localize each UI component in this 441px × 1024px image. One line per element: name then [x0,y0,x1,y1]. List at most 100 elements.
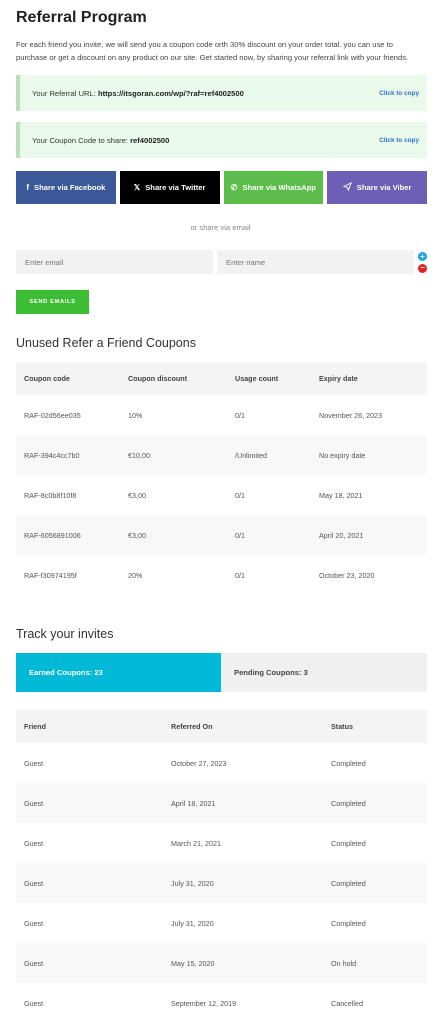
table-row: Guest July 31, 2020 Completed [16,863,427,903]
table-cell: €3,00 [120,515,227,555]
table-row: RAF-394c4cc7b0 €10,00/Unlimited No expiry … [16,435,427,475]
table-cell: April 18, 2021 [163,783,323,823]
table-cell: Completed [323,863,427,903]
table-cell: Guest [16,943,163,983]
invites-table: Friend Referred On Status Guest October 2… [16,710,427,1023]
table-cell: On hold [323,943,427,983]
share-twitter-button[interactable]: 𝕏 Share via Twitter [119,171,220,204]
share-viber-label: Share via Viber [356,183,412,192]
table-row: Guest July 31, 2020 Completed [16,903,427,943]
page-title: Referral Program [16,9,147,26]
column-header: Expiry date [311,362,427,395]
table-cell: RAF-8c0b8f10f8 [16,475,120,515]
share-buttons: f Share via Facebook 𝕏 Share via Twitter… [16,171,427,204]
coupon-code-label: Your Coupon Code to share: [32,135,131,145]
table-cell: October 23, 2020 [311,555,427,595]
copy-coupon-code-link[interactable]: Click to copy [379,137,419,144]
share-twitter-label: Share via Twitter [145,183,206,192]
table-cell: Completed [323,823,427,863]
column-header: Coupon discount [120,362,227,395]
table-cell: RAF-6056891006 [16,515,120,555]
table-cell: September 12, 2019 [163,983,323,1023]
x-twitter-icon: 𝕏 [133,182,141,192]
table-row: Guest October 27, 2023 Completed [16,743,427,783]
referral-url-text: Your Referral URL: https://itsgoran.com/… [32,89,244,98]
whatsapp-icon: ✆ [230,182,238,192]
table-cell: 0/1 [227,555,311,595]
table-row: Guest May 15, 2020 On hold [16,943,427,983]
table-cell: Guest [16,823,163,863]
share-whatsapp-button[interactable]: ✆ Share via WhatsApp [223,171,324,204]
table-cell: May 15, 2020 [163,943,323,983]
table-cell: Completed [323,783,427,823]
referral-url-value: https://itsgoran.com/wp/?raf=ref4002500 [97,88,244,98]
invites-section-title: Track your invites [16,627,114,641]
coupon-code-notice: Your Coupon Code to share: ref4002500 Cl… [16,122,427,158]
table-cell: May 18, 2021 [311,475,427,515]
send-emails-button[interactable]: SEND EMAILS [16,290,89,314]
table-cell: November 26, 2023 [311,395,427,435]
coupons-header-row: Coupon code Coupon discount Usage count … [16,362,427,395]
share-whatsapp-label: Share via WhatsApp [242,183,316,192]
table-row: RAF-02d56ee035 10% 0/1 November 26, 2023 [16,395,427,435]
table-cell: /Unlimited [227,435,311,475]
column-header: Usage count [227,362,311,395]
share-viber-button[interactable]: Share via Viber [327,171,427,204]
table-cell: 0/1 [227,395,311,435]
table-cell: €3,00 [120,475,227,515]
column-header: Friend [16,710,163,743]
table-cell: July 31, 2020 [163,903,323,943]
table-row: Guest March 21, 2021 Completed [16,823,427,863]
coupon-code-text: Your Coupon Code to share: ref4002500 [32,136,169,145]
table-cell: 10% [120,395,227,435]
table-cell: 20% [120,555,227,595]
referral-url-notice: Your Referral URL: https://itsgoran.com/… [16,75,427,111]
share-facebook-button[interactable]: f Share via Facebook [16,171,116,204]
viber-icon [342,181,352,193]
table-cell: 0/1 [227,475,311,515]
share-facebook-label: Share via Facebook [34,183,106,192]
table-cell: October 27, 2023 [163,743,323,783]
column-header: Referred On [163,710,323,743]
table-row: RAF-6056891006 €3,00 0/1 April 20, 2021 [16,515,427,555]
coupon-code-value: ref4002500 [130,135,170,145]
table-row: RAF-8c0b8f10f8 €3,00 0/1 May 18, 2021 [16,475,427,515]
invite-tabs: Earned Coupons: 23 Pending Coupons: 3 [16,653,427,692]
table-cell: RAF-02d56ee035 [16,395,120,435]
table-cell: Guest [16,983,163,1023]
or-share-via-email: or share via email [190,223,251,232]
table-cell: Guest [16,903,163,943]
table-cell: €10,00 [120,435,227,475]
table-cell: Completed [323,903,427,943]
facebook-icon: f [26,182,30,192]
table-cell: RAF-394c4cc7b0 [16,435,120,475]
table-row: Guest April 18, 2021 Completed [16,783,427,823]
table-cell: April 20, 2021 [311,515,427,555]
intro-text: For each friend you invite, we will send… [16,40,409,62]
column-header: Status [323,710,427,743]
tab-pending-coupons[interactable]: Pending Coupons: 3 [221,653,427,692]
remove-row-icon[interactable]: − [418,264,427,273]
name-field[interactable] [217,250,414,274]
table-cell: Guest [16,783,163,823]
table-row: Guest September 12, 2019 Cancelled [16,983,427,1023]
table-cell: Guest [16,743,163,783]
add-row-icon[interactable]: + [418,252,427,261]
column-header: Coupon code [16,362,120,395]
table-cell: 0/1 [227,515,311,555]
invites-header-row: Friend Referred On Status [16,710,427,743]
table-cell: No expiry date [311,435,427,475]
table-cell: Guest [16,863,163,903]
table-row: RAF-f30974195f 20% 0/1 October 23, 2020 [16,555,427,595]
table-cell: Cancelled [323,983,427,1023]
table-cell: RAF-f30974195f [16,555,120,595]
coupons-section-title: Unused Refer a Friend Coupons [16,336,196,350]
table-cell: March 21, 2021 [163,823,323,863]
coupons-table: Coupon code Coupon discount Usage count … [16,362,427,595]
table-cell: July 31, 2020 [163,863,323,903]
copy-referral-url-link[interactable]: Click to copy [379,90,419,97]
email-field[interactable] [16,250,213,274]
table-cell: Completed [323,743,427,783]
referral-url-label: Your Referral URL: [32,88,98,98]
tab-earned-coupons[interactable]: Earned Coupons: 23 [16,653,221,692]
